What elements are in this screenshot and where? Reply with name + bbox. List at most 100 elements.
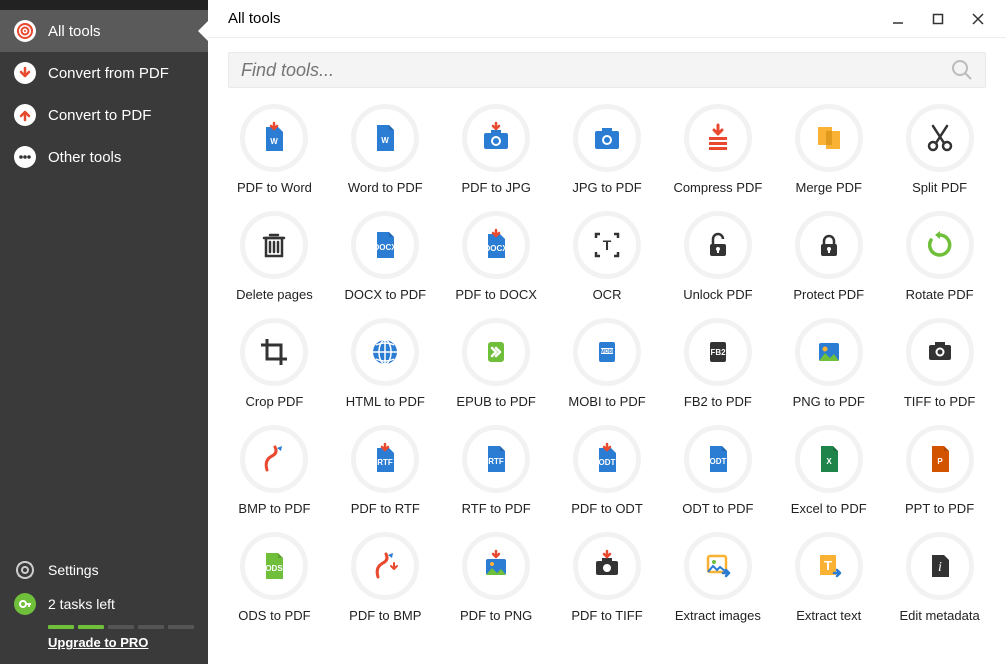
tool-fb2-to-pdf[interactable]: FB2 FB2 to PDF	[669, 318, 766, 409]
tool-label: PNG to PDF	[793, 394, 865, 409]
rotate-icon	[906, 211, 974, 279]
tool-label: Extract text	[796, 608, 861, 623]
svg-text:ODT: ODT	[709, 457, 726, 466]
tool-crop-pdf[interactable]: Crop PDF	[226, 318, 323, 409]
docx-icon: DOCX	[351, 211, 419, 279]
tool-edit-metadata[interactable]: i Edit metadata	[891, 532, 988, 623]
sidebar-item-label: Convert from PDF	[48, 65, 169, 82]
tool-label: RTF to PDF	[462, 501, 531, 516]
sidebar-item-convert-to-pdf[interactable]: Convert to PDF	[0, 94, 208, 136]
tool-png-to-pdf[interactable]: PNG to PDF	[780, 318, 877, 409]
tool-delete-pages[interactable]: Delete pages	[226, 211, 323, 302]
tool-label: FB2 to PDF	[684, 394, 752, 409]
maximize-button[interactable]	[920, 6, 956, 32]
sidebar-item-convert-from-pdf[interactable]: Convert from PDF	[0, 52, 208, 94]
tool-odt-to-pdf[interactable]: ODT ODT to PDF	[669, 425, 766, 516]
tool-label: Merge PDF	[795, 180, 861, 195]
tool-protect-pdf[interactable]: Protect PDF	[780, 211, 877, 302]
tool-compress-pdf[interactable]: Compress PDF	[669, 104, 766, 195]
page-title: All tools	[228, 10, 880, 27]
sidebar: All tools Convert from PDF Convert to PD…	[0, 0, 208, 664]
search-box[interactable]	[228, 52, 986, 88]
compress-icon	[684, 104, 752, 172]
svg-text:T: T	[824, 558, 832, 573]
tasks-label: 2 tasks left	[48, 596, 115, 612]
tool-pdf-to-rtf[interactable]: RTFPDF to RTF	[337, 425, 434, 516]
tool-word-to-pdf[interactable]: W Word to PDF	[337, 104, 434, 195]
tool-unlock-pdf[interactable]: Unlock PDF	[669, 211, 766, 302]
tool-merge-pdf[interactable]: Merge PDF	[780, 104, 877, 195]
upgrade-link[interactable]: Upgrade to PRO	[48, 635, 194, 650]
sidebar-item-label: Convert to PDF	[48, 107, 151, 124]
fb2-icon: FB2	[684, 318, 752, 386]
tool-mobi-to-pdf[interactable]: MOBIMOBI to PDF	[559, 318, 656, 409]
bmp-icon	[240, 425, 308, 493]
ods-icon: ODS	[240, 532, 308, 600]
tool-label: PDF to JPG	[461, 180, 530, 195]
word-icon: W	[351, 104, 419, 172]
tool-jpg-to-pdf[interactable]: JPG to PDF	[559, 104, 656, 195]
tool-pdf-to-odt[interactable]: ODT PDF to ODT	[559, 425, 656, 516]
tool-ods-to-pdf[interactable]: ODS ODS to PDF	[226, 532, 323, 623]
sidebar-item-label: Other tools	[48, 149, 121, 166]
tool-label: ODT to PDF	[682, 501, 753, 516]
tool-split-pdf[interactable]: Split PDF	[891, 104, 988, 195]
tool-tiff-to-pdf[interactable]: TIFF to PDF	[891, 318, 988, 409]
tool-excel-to-pdf[interactable]: XExcel to PDF	[780, 425, 877, 516]
target-icon	[14, 20, 36, 42]
tool-rotate-pdf[interactable]: Rotate PDF	[891, 211, 988, 302]
tool-pdf-to-bmp[interactable]: PDF to BMP	[337, 532, 434, 623]
tool-extract-images[interactable]: Extract images	[669, 532, 766, 623]
sidebar-item-other-tools[interactable]: Other tools	[0, 136, 208, 178]
tool-epub-to-pdf[interactable]: EPUB to PDF	[448, 318, 545, 409]
search-input[interactable]	[241, 60, 951, 81]
arrow-down-icon	[14, 62, 36, 84]
tool-ppt-to-pdf[interactable]: PPPT to PDF	[891, 425, 988, 516]
tool-label: PDF to BMP	[349, 608, 421, 623]
tool-label: OCR	[593, 287, 622, 302]
arrow-up-icon	[14, 104, 36, 126]
png-icon	[795, 318, 863, 386]
close-button[interactable]	[960, 6, 996, 32]
tool-label: PDF to ODT	[571, 501, 643, 516]
tool-rtf-to-pdf[interactable]: RTF RTF to PDF	[448, 425, 545, 516]
tiff-icon	[906, 318, 974, 386]
tool-pdf-to-jpg[interactable]: PDF to JPG	[448, 104, 545, 195]
svg-text:DOCX: DOCX	[374, 243, 398, 252]
tool-label: Excel to PDF	[791, 501, 867, 516]
tool-bmp-to-pdf[interactable]: BMP to PDF	[226, 425, 323, 516]
search-icon	[951, 59, 973, 81]
tool-pdf-to-word[interactable]: WPDF to Word	[226, 104, 323, 195]
svg-text:FB2: FB2	[710, 348, 726, 357]
minimize-button[interactable]	[880, 6, 916, 32]
main-panel: All tools WPDF to Word W Word to PDF PDF to…	[208, 0, 1006, 664]
tool-extract-text[interactable]: T Extract text	[780, 532, 877, 623]
tool-pdf-to-tiff[interactable]: PDF to TIFF	[559, 532, 656, 623]
settings-button[interactable]: Settings	[14, 553, 194, 587]
tool-html-to-pdf[interactable]: HTML to PDF	[337, 318, 434, 409]
settings-label: Settings	[48, 562, 99, 578]
tasks-remaining[interactable]: 2 tasks left	[14, 587, 194, 621]
rtf-icon: RTF	[462, 425, 530, 493]
tool-docx-to-pdf[interactable]: DOCXDOCX to PDF	[337, 211, 434, 302]
sidebar-item-all-tools[interactable]: All tools	[0, 10, 208, 52]
tool-label: Crop PDF	[246, 394, 304, 409]
svg-text:ODT: ODT	[599, 458, 616, 467]
odt-down-icon: ODT	[573, 425, 641, 493]
tool-label: BMP to PDF	[238, 501, 310, 516]
tool-pdf-to-png[interactable]: PDF to PNG	[448, 532, 545, 623]
tool-label: ODS to PDF	[238, 608, 310, 623]
svg-text:MOBI: MOBI	[600, 349, 614, 355]
tool-label: Protect PDF	[793, 287, 864, 302]
tool-label: EPUB to PDF	[456, 394, 535, 409]
svg-text:i: i	[938, 560, 942, 575]
crop-icon	[240, 318, 308, 386]
mobi-icon: MOBI	[573, 318, 641, 386]
tool-ocr[interactable]: T OCR	[559, 211, 656, 302]
tool-pdf-to-docx[interactable]: DOCXPDF to DOCX	[448, 211, 545, 302]
tool-label: Edit metadata	[899, 608, 979, 623]
tool-label: Word to PDF	[348, 180, 423, 195]
tool-label: PDF to RTF	[351, 501, 420, 516]
bmp-down-icon	[351, 532, 419, 600]
svg-text:T: T	[603, 237, 612, 253]
